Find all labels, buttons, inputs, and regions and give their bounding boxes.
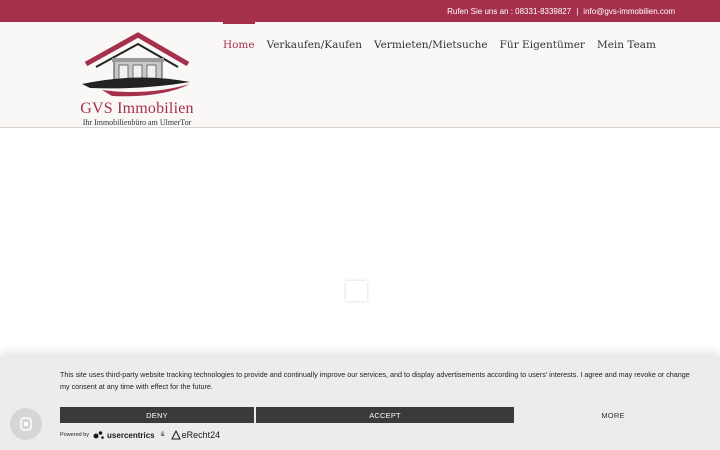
usercentrics-logo[interactable]: usercentrics <box>93 430 155 440</box>
accept-button[interactable]: ACCEPT <box>256 407 514 423</box>
nav-item-vermieten-mietsuche[interactable]: Vermieten/Mietsuche <box>368 22 494 70</box>
consent-text: This site uses third-party website track… <box>60 370 690 391</box>
usercentrics-icon <box>93 431 104 439</box>
deny-button[interactable]: DENY <box>60 407 254 423</box>
erecht24-icon <box>170 430 181 440</box>
main-content <box>0 128 720 360</box>
nav-item-verkaufen-kaufen[interactable]: Verkaufen/Kaufen <box>261 22 368 70</box>
logo-title: GVS Immobilien <box>80 100 194 117</box>
site-header: GVS Immobilien Ihr Immobilienbüro am Ulm… <box>0 22 720 128</box>
logo-subtitle: Ihr Immobilienbüro am UlmerTor <box>82 118 192 127</box>
powered-by-label: Powered by <box>60 432 90 438</box>
usercentrics-text: usercentrics <box>107 430 155 440</box>
privacy-settings-icon[interactable] <box>10 408 42 440</box>
contact-separator: | <box>576 6 579 16</box>
logo[interactable]: GVS Immobilien Ihr Immobilienbüro am Ulm… <box>72 32 202 127</box>
top-contact-bar: Rufen Sie uns an : 08331-8339827 | info@… <box>0 0 720 22</box>
cookie-consent-banner: This site uses third-party website track… <box>0 357 720 450</box>
erecht24-logo[interactable]: eRecht24 <box>170 430 221 440</box>
more-button[interactable]: MORE <box>516 407 710 423</box>
nav-item-mein-team[interactable]: Mein Team <box>591 22 662 70</box>
phone-text: Rufen Sie uns an : 08331-8339827 <box>447 6 572 16</box>
main-nav: Home Verkaufen/Kaufen Vermieten/Mietsuch… <box>217 22 662 70</box>
erecht24-text: eRecht24 <box>181 430 221 440</box>
nav-item-home[interactable]: Home <box>217 22 261 70</box>
powered-by: Powered by usercentrics & eRecht24 <box>60 429 220 441</box>
nav-item-fuer-eigentuemer[interactable]: Für Eigentümer <box>494 22 591 70</box>
email-link[interactable]: info@gvs-immobilien.com <box>583 7 675 16</box>
loading-spinner <box>346 281 367 301</box>
logo-house-icon <box>82 32 190 97</box>
fingerprint-icon <box>20 417 32 431</box>
ampersand: & <box>160 432 165 438</box>
